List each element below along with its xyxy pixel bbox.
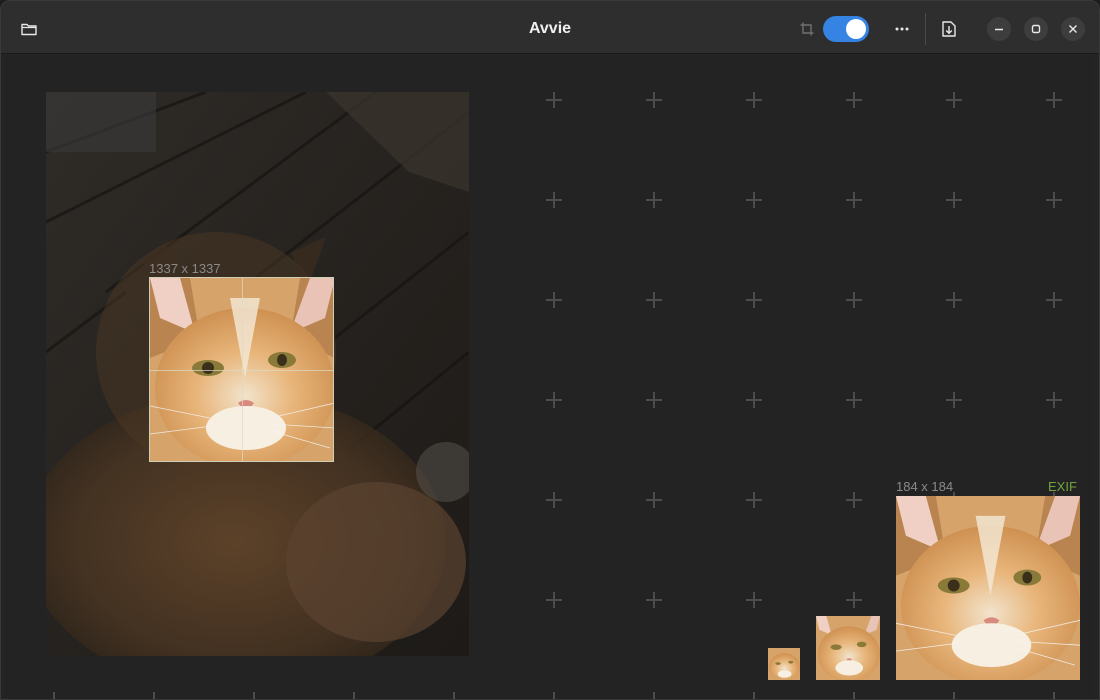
folder-icon bbox=[21, 23, 37, 36]
maximize-button[interactable] bbox=[1024, 17, 1048, 41]
grid-plus-mark bbox=[546, 192, 562, 208]
grid-plus-mark bbox=[946, 92, 962, 108]
grid-plus-mark bbox=[1046, 192, 1062, 208]
grid-plus-mark bbox=[1046, 392, 1062, 408]
crop-selection[interactable] bbox=[149, 277, 334, 462]
grid-plus-mark bbox=[946, 192, 962, 208]
preview-large bbox=[896, 496, 1080, 680]
grid-plus-mark bbox=[646, 392, 662, 408]
grid-plus-mark bbox=[446, 692, 462, 699]
grid-plus-mark bbox=[846, 92, 862, 108]
preview-large-image bbox=[896, 496, 1080, 680]
grid-plus-mark bbox=[646, 192, 662, 208]
preview-small bbox=[768, 648, 800, 680]
grid-plus-mark bbox=[346, 692, 362, 699]
header-separator bbox=[925, 13, 926, 45]
grid-plus-mark bbox=[46, 692, 62, 699]
export-button[interactable] bbox=[935, 15, 963, 43]
grid-plus-mark bbox=[546, 392, 562, 408]
grid-plus-mark bbox=[846, 192, 862, 208]
ellipsis-icon bbox=[895, 27, 909, 31]
grid-plus-mark bbox=[1046, 292, 1062, 308]
close-icon bbox=[1069, 25, 1077, 33]
grid-plus-mark bbox=[746, 492, 762, 508]
grid-plus-mark bbox=[746, 292, 762, 308]
crop-toggle[interactable] bbox=[823, 16, 869, 42]
grid-plus-mark bbox=[646, 592, 662, 608]
maximize-icon bbox=[1031, 24, 1041, 34]
grid-plus-mark bbox=[546, 292, 562, 308]
minimize-button[interactable] bbox=[987, 17, 1011, 41]
crop-icon bbox=[799, 21, 815, 37]
grid-plus-mark bbox=[1046, 692, 1062, 699]
crop-grid-line bbox=[150, 370, 333, 371]
grid-plus-mark bbox=[746, 192, 762, 208]
grid-plus-mark bbox=[646, 292, 662, 308]
grid-plus-mark bbox=[546, 592, 562, 608]
grid-plus-mark bbox=[546, 492, 562, 508]
open-file-button[interactable] bbox=[15, 15, 43, 43]
document-save-icon bbox=[942, 21, 956, 37]
grid-plus-mark bbox=[846, 492, 862, 508]
grid-plus-mark bbox=[946, 292, 962, 308]
grid-plus-mark bbox=[846, 692, 862, 699]
grid-plus-mark bbox=[746, 92, 762, 108]
grid-plus-mark bbox=[846, 592, 862, 608]
grid-plus-mark bbox=[546, 692, 562, 699]
grid-plus-mark bbox=[846, 392, 862, 408]
grid-plus-mark bbox=[746, 692, 762, 699]
grid-plus-mark bbox=[746, 592, 762, 608]
preview-medium-image bbox=[816, 616, 880, 680]
preview-medium bbox=[816, 616, 880, 680]
preview-size-label: 184 x 184 bbox=[896, 479, 954, 494]
grid-plus-mark bbox=[746, 392, 762, 408]
grid-plus-mark bbox=[946, 392, 962, 408]
header-bar: Avvie bbox=[1, 1, 1099, 54]
grid-plus-mark bbox=[1046, 92, 1062, 108]
grid-plus-mark bbox=[846, 292, 862, 308]
close-button[interactable] bbox=[1061, 17, 1085, 41]
grid-plus-mark bbox=[146, 692, 162, 699]
preview-small-image bbox=[768, 648, 800, 680]
menu-button[interactable] bbox=[889, 15, 915, 43]
grid-plus-mark bbox=[546, 92, 562, 108]
toggle-knob bbox=[846, 19, 866, 39]
minimize-icon bbox=[995, 28, 1003, 31]
grid-plus-mark bbox=[646, 492, 662, 508]
grid-plus-mark bbox=[646, 692, 662, 699]
grid-plus-mark bbox=[246, 692, 262, 699]
app-window: Avvie 1337 x 1337 184 x 184 EXIF bbox=[0, 0, 1100, 700]
crop-size-label: 1337 x 1337 bbox=[149, 261, 221, 276]
grid-plus-mark bbox=[946, 692, 962, 699]
exif-label[interactable]: EXIF bbox=[1048, 479, 1077, 494]
grid-plus-mark bbox=[646, 92, 662, 108]
